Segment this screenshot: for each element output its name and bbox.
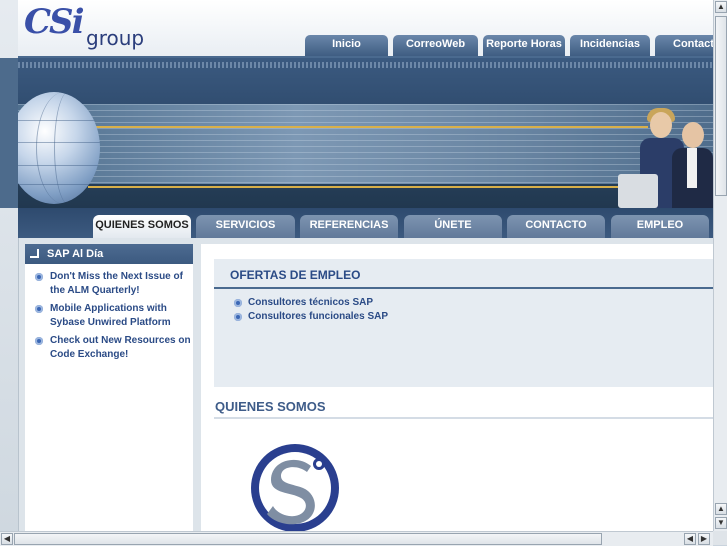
scroll-left-icon[interactable]: ◀ (684, 533, 696, 545)
job-offer-link[interactable]: Consultores técnicos SAP (248, 297, 373, 308)
vertical-scrollbar[interactable]: ▲ ▲ ▼ (713, 0, 727, 531)
horizontal-scrollbar[interactable]: ◀ ◀ ▶ (0, 531, 713, 546)
job-offer-link[interactable]: Consultores funcionales SAP (248, 311, 388, 322)
people-photo (600, 102, 713, 208)
nav-tab-referencias[interactable]: REFERENCIAS (300, 215, 398, 238)
scroll-left-icon[interactable]: ◀ (1, 533, 13, 545)
bullet-icon (35, 305, 43, 313)
nav-tab-servicios[interactable]: SERVICIOS (196, 215, 295, 238)
sidebar-news-link[interactable]: Check out New Resources on Code Exchange… (50, 334, 195, 362)
nav-tab-unete[interactable]: ÚNETE (404, 215, 502, 238)
job-offers-title: OFERTAS DE EMPLEO (230, 268, 361, 282)
arrow-down-right-icon (30, 249, 39, 258)
top-tab-correoweb[interactable]: CorreoWeb (393, 35, 478, 56)
nav-tab-contacto[interactable]: CONTACTO (507, 215, 605, 238)
scrollbar-corner (713, 531, 727, 545)
top-tab-incidencias[interactable]: Incidencias (570, 35, 650, 56)
nav-tab-empleo[interactable]: EMPLEO (611, 215, 709, 238)
sidebar-title: SAP Al Día (47, 248, 104, 260)
top-tab-reporte-horas[interactable]: Reporte Horas (483, 35, 565, 56)
scroll-up-icon[interactable]: ▲ (715, 1, 727, 13)
header-banner (18, 58, 713, 208)
main-nav: QUIENES SOMOS SERVICIOS REFERENCIAS ÚNET… (18, 208, 713, 238)
vertical-scroll-thumb[interactable] (715, 16, 727, 196)
csi-group-logo[interactable]: CSi group (24, 2, 144, 52)
sap-news-sidebar: SAP Al Día Don't Miss the Next Issue of … (25, 244, 193, 531)
divider (214, 287, 713, 289)
logo-mark: CSi (24, 2, 85, 42)
section-title: QUIENES SOMOS (215, 399, 326, 414)
csi-emblem-logo (251, 444, 339, 531)
nav-tab-quienes-somos[interactable]: QUIENES SOMOS (93, 215, 191, 238)
bullet-icon (234, 313, 242, 321)
bullet-icon (234, 299, 242, 307)
main-content: OFERTAS DE EMPLEO Consultores técnicos S… (201, 244, 713, 531)
sidebar-news-link[interactable]: Mobile Applications with Sybase Unwired … (50, 302, 195, 330)
web-page: CSi group Inicio CorreoWeb Reporte Horas… (0, 0, 713, 531)
scroll-up-icon[interactable]: ▲ (715, 503, 727, 515)
sidebar-news-link[interactable]: Don't Miss the Next Issue of the ALM Qua… (50, 270, 195, 298)
scroll-down-icon[interactable]: ▼ (715, 517, 727, 529)
logo-text: group (86, 26, 145, 50)
left-gutter (0, 0, 19, 531)
bullet-icon (35, 337, 43, 345)
scroll-right-icon[interactable]: ▶ (698, 533, 710, 545)
horizontal-scroll-thumb[interactable] (14, 533, 602, 545)
site-header: CSi group Inicio CorreoWeb Reporte Horas… (18, 0, 713, 58)
top-tab-contacta[interactable]: Contacta (655, 35, 713, 56)
divider (214, 417, 713, 419)
job-offers-box: OFERTAS DE EMPLEO Consultores técnicos S… (214, 259, 713, 387)
top-tab-inicio[interactable]: Inicio (305, 35, 388, 56)
sidebar-header: SAP Al Día (25, 244, 193, 264)
bullet-icon (35, 273, 43, 281)
